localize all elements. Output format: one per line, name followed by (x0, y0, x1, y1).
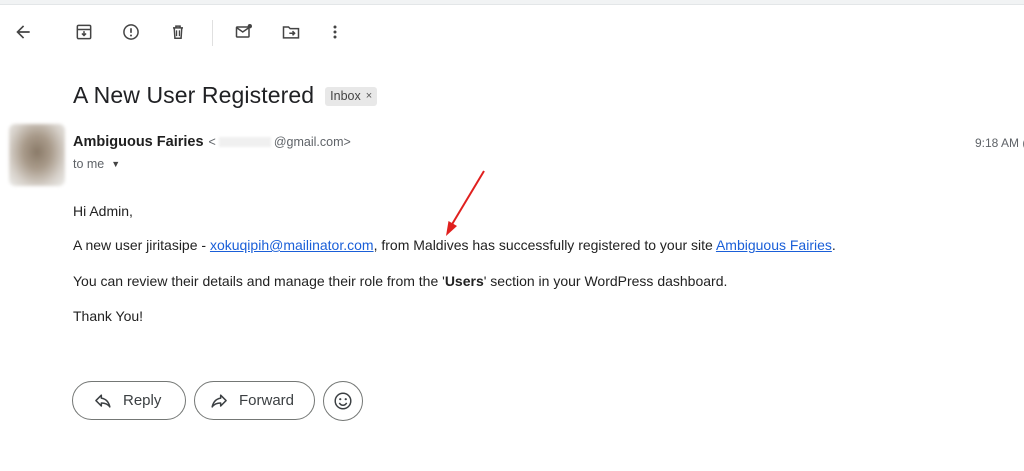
sender-email-domain: @gmail.com> (273, 135, 351, 149)
line2-suffix: ' section in your WordPress dashboard. (483, 273, 728, 289)
emoji-reaction-button[interactable] (323, 381, 363, 421)
toolbar-divider (212, 20, 213, 46)
archive-icon (76, 24, 92, 40)
forward-icon (211, 393, 227, 408)
sender-name[interactable]: Ambiguous Fairies (73, 134, 204, 150)
label-text: Inbox (330, 89, 361, 103)
sender-row: Ambiguous Fairies < @gmail.com> (73, 134, 351, 150)
annotation-arrow-icon (446, 170, 485, 236)
top-border (0, 0, 1024, 5)
site-link[interactable]: Ambiguous Fairies (716, 237, 832, 253)
trash-icon (173, 25, 183, 39)
reply-icon (95, 393, 111, 408)
reply-button[interactable]: Reply (72, 381, 186, 420)
line2-prefix: You can review their details and manage … (73, 273, 445, 289)
message-toolbar (0, 14, 1024, 54)
body-signoff: Thank You! (73, 308, 144, 324)
mark-unread-button[interactable] (226, 14, 262, 50)
line1-end: . (831, 237, 836, 253)
move-to-icon (282, 26, 300, 39)
sender-email: < @gmail.com> (209, 135, 351, 149)
line1-middle: , from Maldives has successfully registe… (373, 237, 716, 253)
forward-button[interactable]: Forward (194, 381, 315, 420)
users-section-bold: Users (444, 273, 484, 289)
emoji-icon (334, 392, 352, 410)
more-vert-icon (333, 25, 337, 39)
new-user-email-link[interactable]: xokuqipih@mailinator.com (210, 237, 374, 253)
back-arrow-icon (16, 25, 30, 39)
forward-label: Forward (239, 392, 295, 409)
mark-unread-icon (235, 24, 252, 38)
report-spam-icon (123, 24, 139, 40)
move-to-button[interactable] (273, 14, 309, 50)
email-subject: A New User Registered (73, 82, 315, 108)
reply-label: Reply (123, 392, 162, 409)
inbox-label-chip[interactable]: Inbox × (325, 87, 378, 106)
back-button[interactable] (5, 14, 41, 50)
archive-button[interactable] (66, 14, 102, 50)
remove-label-icon[interactable]: × (366, 90, 372, 102)
more-button[interactable] (317, 14, 353, 50)
body-line-review: You can review their details and manage … (73, 273, 727, 289)
report-spam-button[interactable] (113, 14, 149, 50)
sender-avatar[interactable] (9, 124, 65, 186)
delete-button[interactable] (160, 14, 196, 50)
recipient-text: to me (73, 157, 105, 171)
line1-prefix: A new user jiritasipe - (73, 237, 210, 253)
body-greeting: Hi Admin, (73, 203, 133, 219)
email-timestamp: 9:18 AM ( (975, 136, 1024, 150)
subject-row: A New User Registered Inbox × (73, 82, 378, 109)
sender-email-open: < (208, 135, 216, 149)
redacted-email-user (218, 137, 271, 147)
show-details-caret-icon[interactable]: ▼ (111, 159, 120, 169)
recipient-row: to me ▼ (73, 157, 120, 171)
